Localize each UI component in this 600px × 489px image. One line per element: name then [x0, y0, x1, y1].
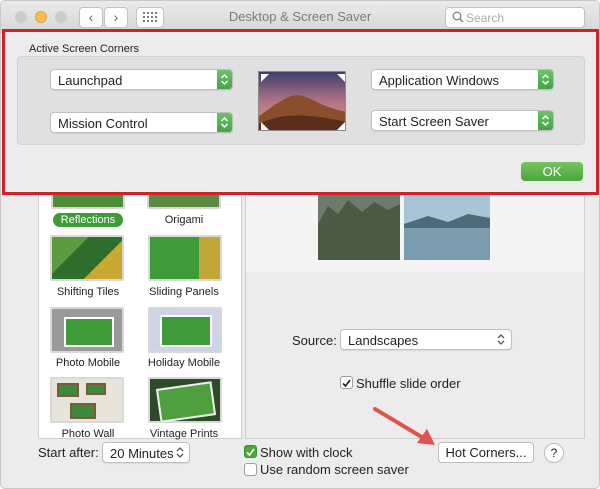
annotation-arrow-icon [373, 407, 435, 445]
chevron-updown-icon [541, 114, 550, 127]
screen-saver-label-origami: Origami [164, 214, 204, 226]
chevron-updown-icon [176, 447, 184, 458]
bottom-right-corner-popup[interactable]: Start Screen Saver [371, 110, 554, 131]
popup-stepper [217, 70, 232, 89]
source-popup[interactable]: Landscapes [340, 329, 512, 350]
bottom-left-corner-popup[interactable]: Mission Control [50, 112, 233, 133]
preview-panel [245, 189, 585, 439]
help-button[interactable]: ? [544, 443, 564, 463]
search-icon [452, 11, 464, 23]
screen-saver-label-sliding-panels: Sliding Panels [149, 286, 219, 298]
chevron-updown-icon [541, 73, 550, 86]
sliding-panels-thumbnail[interactable] [148, 235, 222, 281]
popup-stepper [538, 70, 553, 89]
sheet-title: Active Screen Corners [29, 43, 140, 55]
shifting-tiles-thumbnail[interactable] [50, 235, 124, 281]
chevron-updown-icon [220, 116, 229, 129]
vintage-prints-thumbnail[interactable] [148, 377, 222, 423]
checkmark-icon [342, 379, 351, 388]
search-placeholder: Search [466, 11, 505, 25]
screen-saver-label-reflections: Reflections [53, 213, 123, 227]
search-field[interactable]: Search [445, 7, 585, 28]
source-label: Source: [292, 333, 337, 348]
holiday-mobile-thumbnail[interactable] [148, 307, 222, 353]
landscape-image [318, 194, 490, 260]
screen-saver-label-photo-mobile: Photo Mobile [55, 357, 121, 369]
popup-stepper [217, 113, 232, 132]
start-after-label: Start after: [38, 445, 99, 460]
start-after-value: 20 Minutes [110, 446, 174, 461]
desktop-screen-saver-window: ‹ › Desktop & Screen Saver Search Reflec… [0, 0, 600, 489]
chevron-updown-icon [220, 73, 229, 86]
bottom-right-corner-value: Start Screen Saver [379, 114, 489, 129]
top-left-corner-popup[interactable]: Launchpad [50, 69, 233, 90]
hot-corners-button[interactable]: Hot Corners... [438, 442, 534, 463]
show-clock-label: Show with clock [260, 445, 353, 460]
screen-saver-label-holiday-mobile: Holiday Mobile [147, 357, 221, 369]
bottom-left-corner-value: Mission Control [58, 116, 148, 131]
screen-saver-label-vintage-prints: Vintage Prints [149, 428, 219, 440]
shuffle-checkbox[interactable] [340, 376, 353, 389]
random-screen-saver-label: Use random screen saver [260, 462, 409, 477]
desktop-preview-thumbnail [258, 71, 346, 131]
chevron-updown-icon [497, 334, 505, 345]
ok-button[interactable]: OK [521, 162, 583, 181]
desktop-wallpaper-image [259, 72, 345, 130]
popup-stepper [538, 111, 553, 130]
slideshow-preview [318, 194, 490, 260]
shuffle-label: Shuffle slide order [356, 376, 461, 391]
top-right-corner-value: Application Windows [379, 73, 499, 88]
checkmark-icon [246, 448, 255, 457]
show-clock-checkbox[interactable] [244, 445, 257, 458]
photo-wall-thumbnail[interactable] [50, 377, 124, 423]
source-value: Landscapes [348, 333, 419, 348]
top-right-corner-popup[interactable]: Application Windows [371, 69, 554, 90]
start-after-popup[interactable]: 20 Minutes [102, 442, 190, 463]
random-screen-saver-checkbox[interactable] [244, 463, 257, 476]
screen-saver-label-shifting-tiles: Shifting Tiles [56, 286, 120, 298]
top-left-corner-value: Launchpad [58, 73, 123, 88]
screen-saver-label-photo-wall: Photo Wall [61, 428, 115, 440]
photo-mobile-thumbnail[interactable] [50, 307, 124, 353]
